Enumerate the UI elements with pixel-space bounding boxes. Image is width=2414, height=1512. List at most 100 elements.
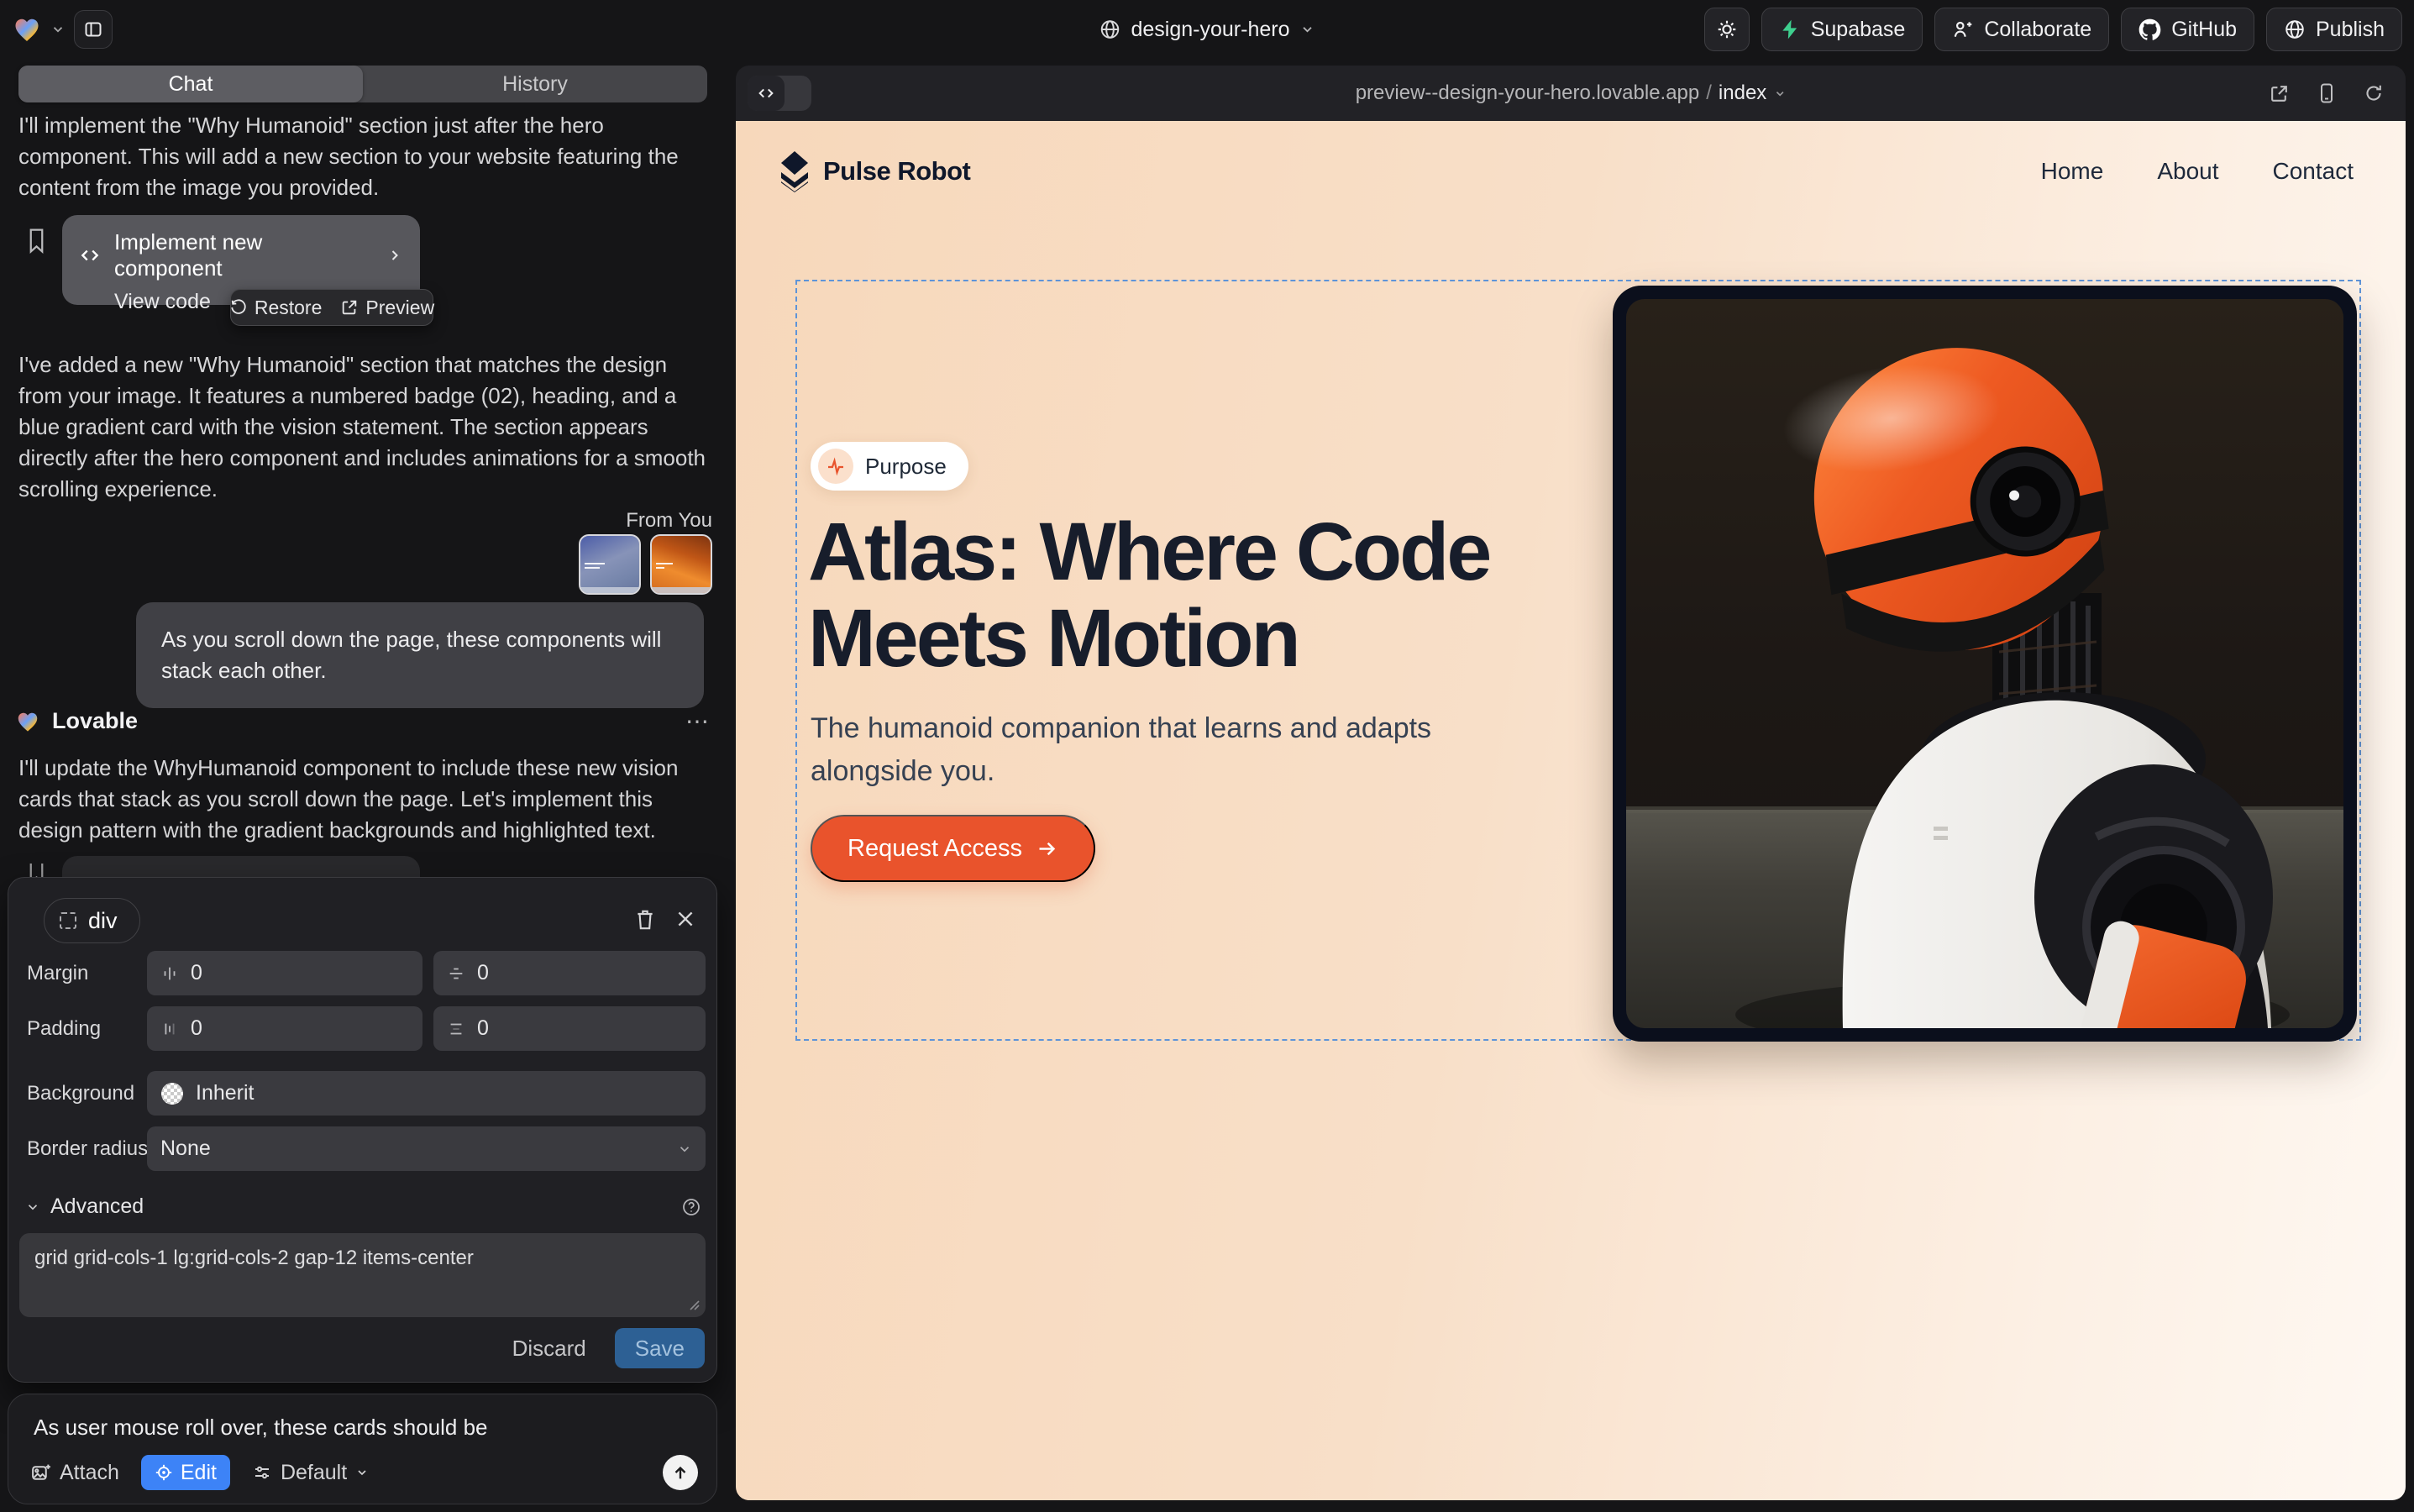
assistant-message-2: I've added a new "Why Humanoid" section …: [18, 349, 706, 505]
lovable-heart-logo[interactable]: [12, 14, 42, 45]
padding-x-icon: [160, 1020, 179, 1038]
chat-composer: As user mouse roll over, these cards sho…: [8, 1394, 717, 1504]
hero-robot-card: [1613, 286, 2357, 1042]
border-radius-label: Border radius: [27, 1137, 148, 1161]
help-icon[interactable]: [681, 1197, 701, 1217]
tab-history[interactable]: History: [363, 66, 707, 102]
open-external-button[interactable]: [2269, 83, 2290, 104]
github-icon: [2138, 18, 2161, 41]
advanced-label: Advanced: [50, 1194, 144, 1219]
publish-button[interactable]: Publish: [2266, 8, 2402, 51]
delete-element-button[interactable]: [634, 908, 656, 932]
chevron-down-icon: [1773, 87, 1786, 100]
send-button[interactable]: [663, 1455, 698, 1490]
close-inspector-button[interactable]: [674, 908, 696, 930]
target-icon: [155, 1463, 173, 1482]
supabase-label: Supabase: [1811, 18, 1906, 42]
pulse-robot-logo-icon: [778, 150, 811, 192]
attach-label: Attach: [60, 1461, 119, 1485]
github-button[interactable]: GitHub: [2121, 8, 2254, 51]
message-hover-actions: Restore Preview: [230, 289, 433, 326]
chevron-down-icon: [25, 1200, 40, 1215]
attachment-thumbnails: [579, 534, 712, 595]
request-access-label: Request Access: [848, 835, 1022, 863]
padding-y-input[interactable]: [477, 1016, 692, 1041]
restore-icon: [229, 298, 248, 317]
mobile-view-button[interactable]: [2317, 82, 2337, 104]
assistant-message-3: I'll update the WhyHumanoid component to…: [18, 753, 706, 846]
project-chevron-down-icon: [1300, 22, 1315, 37]
margin-x-field[interactable]: [147, 951, 422, 995]
chat-input[interactable]: As user mouse roll over, these cards sho…: [34, 1415, 689, 1441]
message-menu-button[interactable]: ⋯: [685, 707, 711, 735]
supabase-bolt-icon: [1779, 18, 1801, 40]
attach-button[interactable]: Attach: [30, 1461, 119, 1485]
chat-panel: Chat History I'll implement the "Why Hum…: [0, 59, 727, 1512]
arrow-up-icon: [671, 1463, 690, 1482]
advanced-classes-textarea[interactable]: grid grid-cols-1 lg:grid-cols-2 gap-12 i…: [19, 1233, 706, 1317]
background-field[interactable]: Inherit: [147, 1071, 706, 1116]
preview-label: Preview: [365, 297, 434, 319]
site-brand-name: Pulse Robot: [823, 156, 970, 186]
attach-image-icon: [30, 1462, 51, 1483]
margin-label: Margin: [27, 962, 88, 985]
resize-handle[interactable]: [687, 1298, 701, 1311]
assistant-message-1: I'll implement the "Why Humanoid" sectio…: [18, 110, 701, 203]
user-message-bubble: As you scroll down the page, these compo…: [136, 602, 704, 708]
github-label: GitHub: [2171, 18, 2237, 42]
margin-x-icon: [160, 964, 179, 983]
selected-element-tag: div: [88, 908, 118, 934]
nav-link-home[interactable]: Home: [2041, 158, 2104, 185]
chevron-down-icon: [355, 1466, 369, 1479]
nav-link-contact[interactable]: Contact: [2273, 158, 2354, 185]
selected-element-pill[interactable]: div: [44, 898, 140, 943]
padding-x-input[interactable]: [191, 1016, 409, 1041]
settings-button[interactable]: [1704, 8, 1750, 51]
hero-heading: Atlas: Where CodeMeets Motion: [808, 509, 1631, 682]
collaborate-label: Collaborate: [1984, 18, 2091, 42]
supabase-button[interactable]: Supabase: [1761, 8, 1923, 51]
chat-history-tabs: Chat History: [18, 66, 707, 102]
preview-domain: preview--design-your-hero.lovable.app: [1356, 81, 1700, 105]
padding-y-field[interactable]: [433, 1006, 706, 1051]
toggle-sidebar-button[interactable]: [74, 10, 113, 49]
model-mode-selector[interactable]: Default: [252, 1461, 369, 1485]
request-access-button[interactable]: Request Access: [811, 815, 1095, 882]
code-preview-toggle[interactable]: [748, 76, 811, 111]
margin-y-field[interactable]: [433, 951, 706, 995]
margin-y-input[interactable]: [477, 961, 692, 985]
publish-label: Publish: [2316, 18, 2385, 42]
transparency-swatch-icon: [160, 1082, 184, 1105]
workspace-chevron-down-icon[interactable]: [50, 22, 66, 37]
gear-icon: [1716, 18, 1738, 40]
collaborate-button[interactable]: Collaborate: [1934, 8, 2109, 51]
padding-x-field[interactable]: [147, 1006, 422, 1051]
advanced-section-toggle[interactable]: Advanced: [25, 1194, 701, 1219]
refresh-button[interactable]: [2364, 83, 2384, 103]
tab-chat[interactable]: Chat: [18, 66, 363, 102]
edit-mode-button[interactable]: Edit: [141, 1455, 230, 1490]
preview-url-bar[interactable]: preview--design-your-hero.lovable.app / …: [1356, 81, 1787, 105]
sidebar-panel-icon: [83, 19, 103, 39]
project-switcher[interactable]: design-your-hero: [1099, 18, 1315, 42]
preview-panel: preview--design-your-hero.lovable.app / …: [736, 66, 2406, 1500]
element-inspector-panel: div Margin Padding: [8, 877, 717, 1383]
external-link-icon: [340, 298, 359, 317]
publish-globe-icon: [2284, 18, 2306, 40]
restore-button[interactable]: Restore: [229, 297, 323, 319]
nav-link-about[interactable]: About: [2157, 158, 2218, 185]
bookmark-icon[interactable]: [25, 227, 48, 255]
margin-x-input[interactable]: [191, 961, 409, 985]
discard-button[interactable]: Discard: [512, 1336, 586, 1362]
attachment-thumbnail-orange[interactable]: [650, 534, 712, 595]
padding-label: Padding: [27, 1017, 101, 1041]
preview-button[interactable]: Preview: [340, 297, 434, 319]
site-brand[interactable]: Pulse Robot: [778, 150, 970, 192]
project-name: design-your-hero: [1131, 18, 1290, 42]
lovable-heart-icon: [15, 709, 40, 734]
attachment-thumbnail-blue[interactable]: [579, 534, 641, 595]
chevron-down-icon: [677, 1142, 692, 1157]
purpose-badge: Purpose: [811, 442, 968, 491]
border-radius-select[interactable]: None: [147, 1126, 706, 1171]
save-button[interactable]: Save: [615, 1328, 705, 1368]
